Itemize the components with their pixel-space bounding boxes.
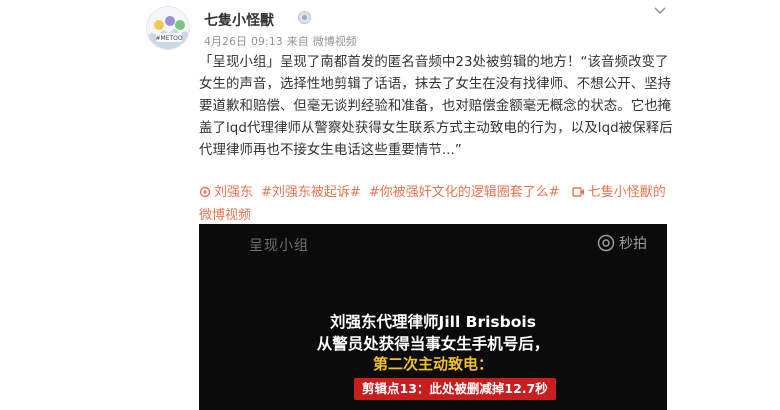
video-watermark-right: 秒拍	[597, 233, 647, 253]
video-caption-line-1: 刘强东代理律师Jill Brisbois	[330, 313, 536, 331]
post-meta: 4月26日 09:13 来自 微博视频	[204, 33, 361, 49]
post-time[interactable]: 09:13	[251, 35, 283, 48]
chevron-down-icon[interactable]	[651, 4, 669, 18]
post-text: 「呈现小组」呈现了南都首发的匿名音频中23处被剪辑的地方！“该音频改变了女生的声…	[199, 55, 673, 158]
location-label: 刘强东	[214, 185, 254, 200]
author-name[interactable]: 七隻小怪獸	[204, 10, 274, 30]
topic-tag-1[interactable]: #刘强东被起诉#	[261, 185, 361, 200]
video-watermark-right-label: 秒拍	[619, 236, 647, 252]
avatar-image: #METOO	[147, 7, 189, 49]
video-player[interactable]: 呈现小组 秒拍 刘强东代理律师Jill Brisbois 从警员处获得当事女生手…	[199, 224, 667, 410]
post-source[interactable]: 微博视频	[313, 35, 357, 48]
video-caption-line-3: 第二次主动致电：	[372, 355, 493, 373]
location-tag[interactable]: 刘强东	[199, 185, 253, 200]
post-tags: 刘强东 #刘强东被起诉# #你被强奸文化的逻辑圈套了么# 七隻小怪獸的微博视频	[199, 181, 669, 227]
edit-point-badge: 剪辑点13：此处被删减掉12.7秒	[354, 378, 556, 400]
camera-icon	[597, 234, 615, 252]
post-date[interactable]: 4月26日	[204, 35, 247, 48]
topic-tag-2[interactable]: #你被强奸文化的逻辑圈套了么#	[369, 185, 560, 200]
svg-text:#METOO: #METOO	[155, 35, 182, 42]
avatar[interactable]: #METOO	[146, 6, 190, 50]
video-caption-line-2: 从警员处获得当事女生手机号后，	[316, 335, 550, 353]
verified-badge-icon	[298, 11, 311, 24]
video-icon	[572, 187, 584, 197]
video-watermark-left: 呈现小组	[249, 238, 309, 254]
weibo-post: #METOO 七隻小怪獸 4月26日 09:13 来自 微博视频 「呈现小组」呈现了南…	[140, 0, 680, 410]
source-prefix: 来自	[286, 35, 309, 48]
location-icon	[199, 186, 211, 198]
